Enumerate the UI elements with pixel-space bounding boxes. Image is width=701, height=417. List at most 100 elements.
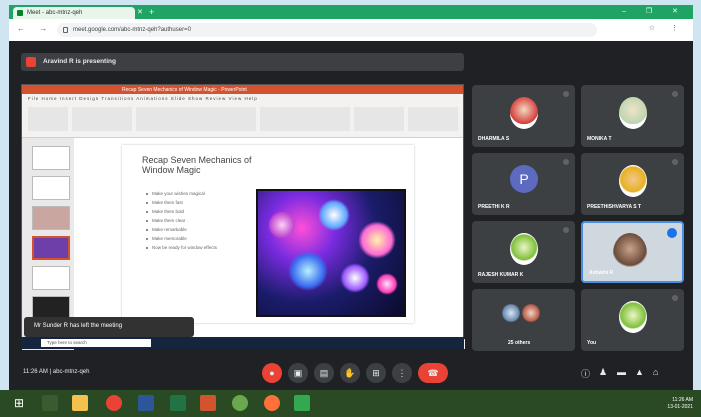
shared-search-box: Type here to search — [41, 339, 151, 347]
drawing-group — [354, 107, 404, 131]
paragraph-group — [260, 107, 350, 131]
tab-title: Meet - abc-mtnz-qeh — [27, 10, 83, 16]
slide-thumbnail — [32, 176, 70, 200]
clock-time: 11:26 AM — [672, 397, 693, 403]
present-now-icon[interactable]: ⊞ — [366, 363, 386, 383]
participant-avatar — [510, 233, 538, 265]
participant-name: 25 others — [508, 340, 531, 346]
mic-off-icon — [563, 91, 569, 97]
activities-icon[interactable]: ▲ — [635, 367, 644, 377]
lock-meeting-icon[interactable]: ⌂ — [653, 367, 658, 377]
file-explorer-icon[interactable] — [72, 395, 88, 411]
shared-taskbar: Type here to search — [21, 337, 464, 349]
slide-bullet: Now be ready for window effects — [146, 245, 266, 254]
lock-icon — [63, 27, 68, 33]
slide-bullet: Make them bold — [146, 209, 266, 218]
slide-bullet: Make your wishes magical — [146, 191, 266, 200]
slide-bullet: Make memorable — [146, 236, 266, 245]
participant-name: RAJESH KUMAR K — [478, 272, 524, 278]
desktop: Meet - abc-mtnz-qeh ✕ + – ❐ ✕ ← → C meet… — [0, 0, 701, 417]
word-icon[interactable] — [138, 395, 154, 411]
participant-initial: P — [510, 165, 538, 193]
bokeh-orb — [318, 199, 350, 231]
slide-bullet: Make them fast — [146, 200, 266, 209]
info-icon[interactable]: ⓘ — [581, 367, 590, 380]
participant-tile[interactable]: RAJESH KUMAR K — [472, 221, 575, 283]
participant-tile[interactable]: PREETHISHVARYA S T — [581, 153, 684, 215]
participant-avatar — [619, 301, 647, 333]
slides-group — [72, 107, 132, 131]
mic-off-icon — [563, 159, 569, 165]
ribbon-tabs: File Home Insert Design Transitions Anim… — [28, 96, 258, 101]
taskbar-clock[interactable]: 11:26 AM 13-01-2021 — [667, 397, 693, 411]
slide-image — [256, 189, 406, 317]
app-icon[interactable] — [294, 395, 310, 411]
firefox-icon[interactable] — [264, 395, 280, 411]
tab-strip: Meet - abc-mtnz-qeh ✕ + – ❐ ✕ — [9, 5, 693, 19]
participant-tile[interactable]: MONIKA T — [581, 85, 684, 147]
app-icon[interactable] — [232, 395, 248, 411]
shared-screen: Recap Seven Mechanics of Window Magic - … — [21, 84, 465, 350]
bokeh-orb — [268, 211, 296, 239]
participant-tile[interactable]: P PREETHI K R — [472, 153, 575, 215]
slide-thumbnail-selected — [32, 236, 70, 260]
participant-group-avatar — [502, 303, 520, 323]
camera-off-icon[interactable]: ▣ — [288, 363, 308, 383]
participant-name: You — [587, 340, 597, 346]
mic-off-icon — [672, 91, 678, 97]
participant-name: PREETHI K R — [478, 204, 510, 210]
slide-thumbnail — [32, 146, 70, 170]
chrome-icon[interactable] — [106, 395, 122, 411]
chrome-window: Meet - abc-mtnz-qeh ✕ + – ❐ ✕ ← → C meet… — [9, 5, 693, 390]
url-text: meet.google.com/abc-mtnz-qeh?authuser=0 — [73, 27, 191, 33]
bokeh-orb — [340, 263, 370, 293]
slide-thumbnail — [32, 266, 70, 290]
windows-taskbar: ⊞ 11:26 AM 13-01-2021 — [0, 390, 701, 417]
search-icon[interactable] — [42, 395, 58, 411]
slide-bullet: Make them clear — [146, 218, 266, 227]
participant-name: MONIKA T — [587, 136, 612, 142]
mic-off-icon — [672, 295, 678, 301]
participant-tile-self[interactable]: You — [581, 289, 684, 351]
presenting-text: Aravind R is presenting — [43, 58, 116, 65]
present-screen-icon — [26, 57, 36, 67]
participant-avatar — [619, 97, 647, 129]
slide-bullet: Make remarkable — [146, 227, 266, 236]
participant-left-toast: Mr Sunder R has left the meeting — [24, 317, 194, 337]
participant-tile[interactable]: DHARMILA S — [472, 85, 575, 147]
window-controls[interactable]: – ❐ ✕ — [622, 7, 687, 15]
people-icon[interactable]: ♟ — [599, 367, 607, 378]
font-group — [136, 107, 256, 131]
more-options-icon[interactable]: ⋮ — [392, 363, 412, 383]
bokeh-orb — [376, 273, 398, 295]
windows-start-icon[interactable]: ⊞ — [14, 396, 28, 410]
participant-name: Ashwini R — [589, 270, 614, 276]
participant-tile[interactable]: 25 others — [472, 289, 575, 351]
tab-close-icon[interactable]: ✕ — [137, 8, 143, 16]
url-input[interactable]: meet.google.com/abc-mtnz-qeh?authuser=0 — [57, 23, 597, 37]
slide-thumbnail — [32, 206, 70, 230]
ppt-ribbon: File Home Insert Design Transitions Anim… — [22, 94, 463, 138]
tab-meet[interactable]: Meet - abc-mtnz-qeh — [13, 7, 135, 19]
mic-off-icon — [672, 159, 678, 165]
call-controls-bar: 11:26 AM | abc-mtnz-qeh ● ▣ ▤ ✋ ⊞ ⋮ ☎ ⓘ … — [9, 357, 693, 390]
extensions-area[interactable]: ☆ ⋮ — [649, 24, 685, 32]
participant-avatar — [510, 97, 538, 129]
clipboard-group — [28, 107, 68, 131]
participant-name: PREETHISHVARYA S T — [587, 204, 642, 210]
participant-tile-speaking[interactable]: Ashwini R — [581, 221, 684, 283]
mic-off-icon[interactable]: ● — [262, 363, 282, 383]
raise-hand-icon[interactable]: ✋ — [340, 363, 360, 383]
captions-icon[interactable]: ▤ — [314, 363, 334, 383]
new-tab-icon[interactable]: + — [149, 7, 154, 17]
presenting-banner: Aravind R is presenting — [21, 53, 464, 71]
end-call-button[interactable]: ☎ — [418, 363, 448, 383]
participant-name: DHARMILA S — [478, 136, 510, 142]
meeting-info: 11:26 AM | abc-mtnz-qeh — [23, 369, 90, 375]
powerpoint-icon[interactable] — [200, 395, 216, 411]
excel-icon[interactable] — [170, 395, 186, 411]
chat-icon[interactable]: ▬ — [617, 367, 626, 377]
meet-call: Aravind R is presenting Recap Seven Mech… — [9, 41, 693, 390]
participant-video — [613, 233, 647, 273]
editing-group — [408, 107, 458, 131]
